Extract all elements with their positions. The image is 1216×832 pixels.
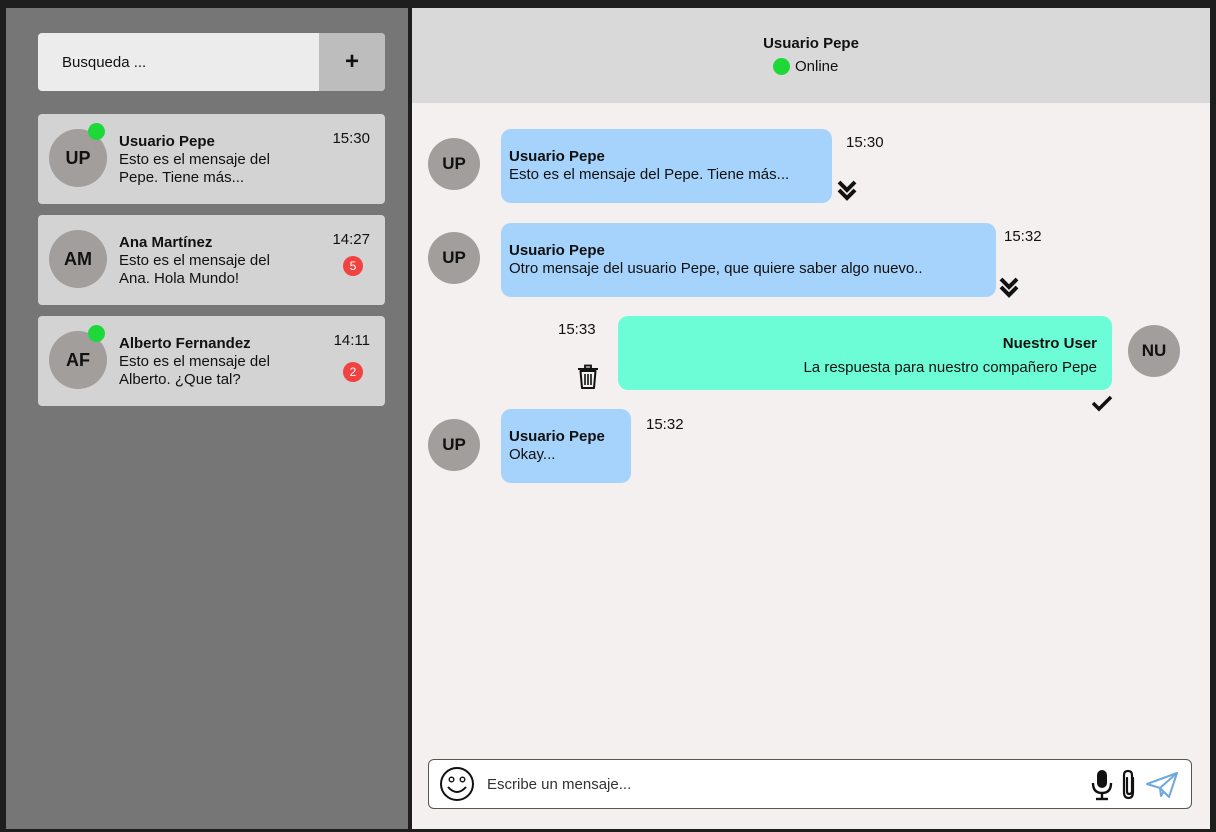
message-avatar: UP — [428, 232, 480, 284]
message-bubble[interactable]: Nuestro User La respuesta para nuestro c… — [618, 316, 1112, 390]
message-time: 15:32 — [646, 416, 684, 433]
online-indicator — [88, 325, 105, 342]
conversation-time: 15:30 — [332, 130, 370, 147]
conversation-preview: Esto es el mensaje del Ana. Hola Mundo! — [119, 252, 270, 287]
conversation-name: Usuario Pepe — [119, 133, 215, 150]
new-chat-button[interactable]: + — [319, 33, 385, 91]
conversation-sidebar: + UP Usuario Pepe Esto es el mensaje del… — [6, 8, 408, 829]
check-icon — [1091, 395, 1113, 412]
double-check-icon — [837, 180, 857, 201]
chat-header: Usuario Pepe Online — [412, 8, 1210, 103]
unread-badge: 2 — [343, 362, 363, 382]
conversation-name: Ana Martínez — [119, 234, 213, 251]
unread-badge: 5 — [343, 256, 363, 276]
conversation-item[interactable]: AM Ana Martínez Esto es el mensaje del A… — [38, 215, 385, 305]
message-time: 15:33 — [558, 321, 596, 338]
message-composer — [428, 759, 1192, 809]
chat-contact-name: Usuario Pepe — [763, 35, 859, 52]
chat-status-label: Online — [795, 58, 839, 75]
message-bubble[interactable]: Usuario Pepe Okay... — [501, 409, 631, 483]
conversation-time: 14:27 — [332, 231, 370, 248]
conversation-item[interactable]: UP Usuario Pepe Esto es el mensaje del P… — [38, 114, 385, 204]
paperclip-icon[interactable] — [1119, 769, 1139, 801]
message-time: 15:32 — [1004, 228, 1042, 245]
message-avatar: UP — [428, 138, 480, 190]
online-indicator — [88, 123, 105, 140]
message-text: Otro mensaje del usuario Pepe, que quier… — [509, 260, 923, 277]
plus-icon: + — [344, 48, 359, 75]
message-time: 15:30 — [846, 134, 884, 151]
message-input[interactable] — [487, 760, 1047, 808]
message-bubble[interactable]: Usuario Pepe Esto es el mensaje del Pepe… — [501, 129, 832, 203]
message-author: Usuario Pepe — [509, 242, 605, 259]
search-input[interactable] — [38, 33, 318, 91]
search-bar: + — [38, 33, 385, 91]
message-text: La respuesta para nuestro compañero Pepe — [803, 359, 1097, 376]
microphone-icon[interactable] — [1091, 769, 1113, 801]
message-bubble[interactable]: Usuario Pepe Otro mensaje del usuario Pe… — [501, 223, 996, 297]
conversation-name: Alberto Fernandez — [119, 335, 251, 352]
chat-status: Online — [773, 58, 838, 75]
conversation-time: 14:11 — [333, 332, 370, 349]
send-icon[interactable] — [1145, 771, 1179, 799]
message-author: Nuestro User — [1002, 335, 1097, 352]
avatar: AM — [49, 230, 107, 288]
message-text: Okay... — [509, 446, 556, 463]
message-avatar: UP — [428, 419, 480, 471]
conversation-preview: Esto es el mensaje del Alberto. ¿Que tal… — [119, 353, 270, 388]
emoji-icon[interactable] — [439, 766, 475, 802]
message-author: Usuario Pepe — [509, 148, 605, 165]
double-check-icon — [999, 277, 1019, 298]
conversation-item[interactable]: AF Alberto Fernandez Esto es el mensaje … — [38, 316, 385, 406]
message-author: Usuario Pepe — [509, 428, 605, 445]
message-avatar: NU — [1128, 325, 1180, 377]
chat-panel: Usuario Pepe Online UP Usuario Pepe Esto… — [412, 8, 1210, 829]
message-text: Esto es el mensaje del Pepe. Tiene más..… — [509, 166, 790, 183]
conversation-preview: Esto es el mensaje del Pepe. Tiene más..… — [119, 151, 270, 186]
trash-icon[interactable] — [576, 364, 600, 390]
online-dot-icon — [773, 58, 790, 75]
